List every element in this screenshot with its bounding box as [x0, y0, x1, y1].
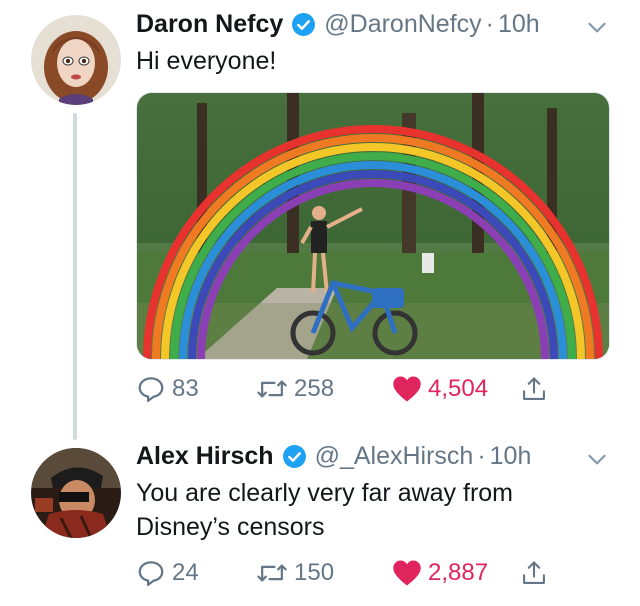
heart-icon	[393, 376, 421, 402]
timestamp[interactable]: 10h	[498, 10, 540, 39]
retweet-button[interactable]: 258	[256, 372, 334, 406]
retweet-count: 258	[294, 375, 335, 402]
retweet-icon	[257, 564, 287, 582]
share-button[interactable]	[520, 556, 548, 590]
retweet-count: 150	[294, 559, 335, 586]
tweet-actions: 24 150 2,887	[136, 556, 556, 590]
separator-dot: ·	[477, 442, 486, 470]
reply-button[interactable]: 24	[136, 556, 199, 590]
retweet-icon	[257, 380, 287, 398]
user-handle[interactable]: @_AlexHirsch	[315, 442, 474, 471]
reply-button[interactable]: 83	[136, 372, 199, 406]
chevron-down-icon[interactable]	[584, 14, 610, 40]
timestamp[interactable]: 10h	[490, 442, 532, 471]
like-count: 2,887	[428, 559, 489, 586]
share-button[interactable]	[520, 372, 548, 406]
display-name[interactable]: Alex Hirsch	[136, 442, 274, 471]
like-count: 4,504	[428, 375, 489, 402]
reply-count: 24	[172, 559, 199, 586]
reply-icon	[138, 377, 164, 402]
chevron-down-icon[interactable]	[584, 446, 610, 472]
user-handle[interactable]: @DaronNefcy	[324, 10, 481, 39]
like-button[interactable]: 4,504	[392, 372, 488, 406]
retweet-button[interactable]: 150	[256, 556, 334, 590]
verified-badge-icon	[282, 444, 307, 469]
avatar-alex[interactable]	[31, 448, 121, 538]
share-icon	[523, 561, 545, 584]
tweet-text: You are clearly very far away from Disne…	[136, 479, 514, 541]
thread-connector-line	[73, 113, 77, 440]
reply-icon	[138, 561, 164, 586]
avatar-photo-icon	[31, 448, 121, 538]
tweet-header: Alex Hirsch @_AlexHirsch · 10h	[136, 442, 531, 471]
tweet-header: Daron Nefcy @DaronNefcy · 10h	[136, 10, 540, 39]
verified-badge-icon	[291, 12, 316, 37]
like-button[interactable]: 2,887	[392, 556, 488, 590]
heart-icon	[393, 560, 421, 586]
share-icon	[523, 377, 545, 400]
reply-count: 83	[172, 375, 199, 402]
tweet-actions: 83 258 4,504	[136, 372, 556, 406]
display-name[interactable]: Daron Nefcy	[136, 10, 283, 39]
separator-dot: ·	[485, 10, 494, 38]
tweet-media-image[interactable]	[136, 92, 610, 360]
tweet-text: Hi everyone!	[136, 47, 277, 75]
avatar-illustration-icon	[31, 15, 121, 105]
avatar-daron[interactable]	[31, 15, 121, 105]
